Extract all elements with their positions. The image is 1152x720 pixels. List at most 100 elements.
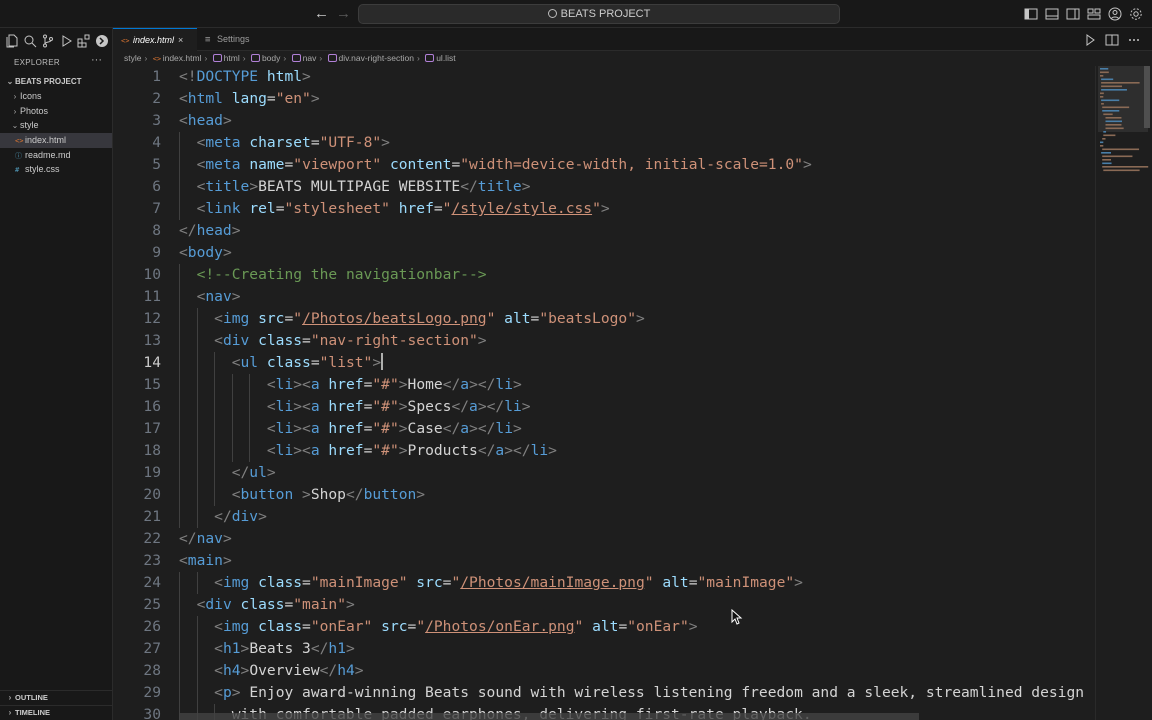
code-token: BEATS MULTIPAGE WEBSITE — [258, 178, 461, 195]
code-line[interactable]: 10 <!--Creating the navigationbar--> — [113, 264, 1095, 286]
code-token: class — [258, 332, 303, 349]
code-line[interactable]: 25 <div class="main"> — [113, 594, 1095, 616]
toggle-primary-sidebar-icon[interactable] — [1023, 6, 1039, 22]
code-line[interactable]: 24 <img class="mainImage" src="/Photos/m… — [113, 572, 1095, 594]
breadcrumb-item[interactable]: nav — [303, 53, 317, 63]
tree-item-index-html[interactable]: <> index.html — [0, 133, 112, 148]
code-token: "#" — [372, 376, 399, 393]
source-control-icon[interactable] — [40, 33, 56, 49]
code-token: > — [231, 288, 241, 305]
code-token: rel — [249, 200, 276, 217]
toggle-panel-icon[interactable] — [1044, 6, 1060, 22]
code-token: class — [240, 596, 285, 613]
code-line[interactable]: 12 <img src="/Photos/beatsLogo.png" alt=… — [113, 308, 1095, 330]
customize-layout-icon[interactable] — [1086, 6, 1102, 22]
account-icon[interactable] — [1107, 6, 1123, 22]
minimap-line — [1105, 124, 1122, 126]
breadcrumb-item[interactable]: style — [124, 53, 141, 63]
code-token: "list" — [319, 354, 373, 371]
mouse-pointer-icon — [731, 609, 743, 625]
toggle-secondary-sidebar-icon[interactable] — [1065, 6, 1081, 22]
code-line[interactable]: 19 </ul> — [113, 462, 1095, 484]
line-number: 27 — [143, 640, 161, 657]
code-line[interactable]: 22 </nav> — [113, 528, 1095, 550]
code-line[interactable]: 7 <link rel="stylesheet" href="/style/st… — [113, 198, 1095, 220]
code-line[interactable]: 18 <li><a href="#">Products</a></li> — [113, 440, 1095, 462]
tree-item-readme-md[interactable]: ⓘ readme.md — [0, 148, 112, 163]
minimap-line — [1102, 162, 1112, 165]
code-line[interactable]: 5 <meta name="viewport" content="width=d… — [113, 154, 1095, 176]
breadcrumb-item[interactable]: div.nav-right-section — [339, 53, 414, 63]
code-line[interactable]: 14 <ul class="list"> — [113, 352, 1095, 374]
code-line[interactable]: 21 </div> — [113, 506, 1095, 528]
code-line[interactable]: 16 <li><a href="#">Specs</a></li> — [113, 396, 1095, 418]
code-line[interactable]: 26 <img class="onEar" src="/Photos/onEar… — [113, 616, 1095, 638]
tree-item-style-folder[interactable]: ⌄ style — [0, 118, 112, 133]
code-line[interactable]: 17 <li><a href="#">Case</a></li> — [113, 418, 1095, 440]
timeline-section[interactable]: › TIMELINE — [0, 705, 112, 719]
breadcrumb-item[interactable]: html — [224, 53, 240, 63]
close-icon[interactable]: × — [178, 29, 183, 52]
run-icon[interactable] — [1082, 32, 1098, 48]
code-line[interactable]: 2 <html lang="en"> — [113, 88, 1095, 110]
files-icon[interactable] — [4, 33, 20, 49]
tab-index-html[interactable]: <> index.html × — [113, 28, 197, 51]
project-folder-row[interactable]: ⌄ BEATS PROJECT — [0, 75, 112, 89]
back-arrow-icon[interactable]: ← — [314, 5, 329, 23]
code-line[interactable]: 3 <head> — [113, 110, 1095, 132]
code-token: lang — [231, 90, 267, 107]
breadcrumb-item[interactable]: body — [262, 53, 280, 63]
code-token: img — [222, 618, 250, 635]
code-line[interactable]: 20 <button >Shop</button> — [113, 484, 1095, 506]
breadcrumb-item[interactable]: index.html — [163, 53, 202, 63]
minimap-line — [1101, 85, 1122, 88]
tree-item-style-css[interactable]: # style.css — [0, 162, 112, 177]
minimap-line — [1102, 138, 1106, 140]
more-icon[interactable] — [1126, 32, 1142, 48]
vertical-scrollbar[interactable] — [1144, 66, 1150, 128]
code-line[interactable]: 1 <!DOCTYPE html> — [113, 66, 1095, 88]
code-line[interactable]: 13 <div class="nav-right-section"> — [113, 330, 1095, 352]
code-line[interactable]: 28 <h4>Overview</h4> — [113, 660, 1095, 682]
code-editor[interactable]: 1 <!DOCTYPE html> 2 <html lang="en"> 3 <head>… — [113, 66, 1095, 720]
remote-explorer-icon[interactable] — [94, 33, 110, 49]
split-editor-icon[interactable] — [1104, 32, 1120, 48]
search-icon[interactable] — [22, 33, 38, 49]
code-line[interactable]: 11 <nav> — [113, 286, 1095, 308]
code-token: > — [398, 420, 408, 437]
code-line[interactable]: 4 <meta charset="UTF-8"> — [113, 132, 1095, 154]
code-token: alt — [662, 574, 689, 591]
code-line[interactable]: 15 <li><a href="#">Home</a></li> — [113, 374, 1095, 396]
run-debug-icon[interactable] — [58, 33, 74, 49]
code-line[interactable]: 29 <p> Enjoy award-winning Beats sound w… — [113, 682, 1095, 704]
code-line[interactable]: 9 <body> — [113, 242, 1095, 264]
command-center-search[interactable]: BEATS PROJECT — [358, 4, 840, 24]
code-line[interactable]: 8 </head> — [113, 220, 1095, 242]
extensions-icon[interactable] — [76, 33, 92, 49]
gear-icon[interactable] — [1128, 6, 1144, 22]
code-token: a — [310, 420, 320, 437]
forward-arrow-icon[interactable]: → — [336, 5, 351, 23]
tree-item-photos-folder[interactable]: › Photos — [0, 104, 112, 119]
outline-section[interactable]: › OUTLINE — [0, 690, 112, 704]
tree-item-icons-folder[interactable]: › Icons — [0, 89, 112, 104]
code-token: nav — [196, 530, 223, 547]
line-number: 17 — [143, 420, 161, 437]
code-line[interactable]: 23 <main> — [113, 550, 1095, 572]
horizontal-scrollbar[interactable] — [179, 713, 919, 720]
more-actions-icon[interactable]: ··· — [91, 54, 102, 66]
breadcrumb-separator: › — [242, 53, 246, 63]
code-line[interactable]: 6 <title>BEATS MULTIPAGE WEBSITE</title> — [113, 176, 1095, 198]
code-line[interactable]: 27 <h1>Beats 3</h1> — [113, 638, 1095, 660]
breadcrumb-item[interactable]: ul.list — [436, 53, 455, 63]
minimap[interactable] — [1095, 66, 1152, 720]
tab-settings[interactable]: ≡ Settings — [197, 28, 273, 51]
